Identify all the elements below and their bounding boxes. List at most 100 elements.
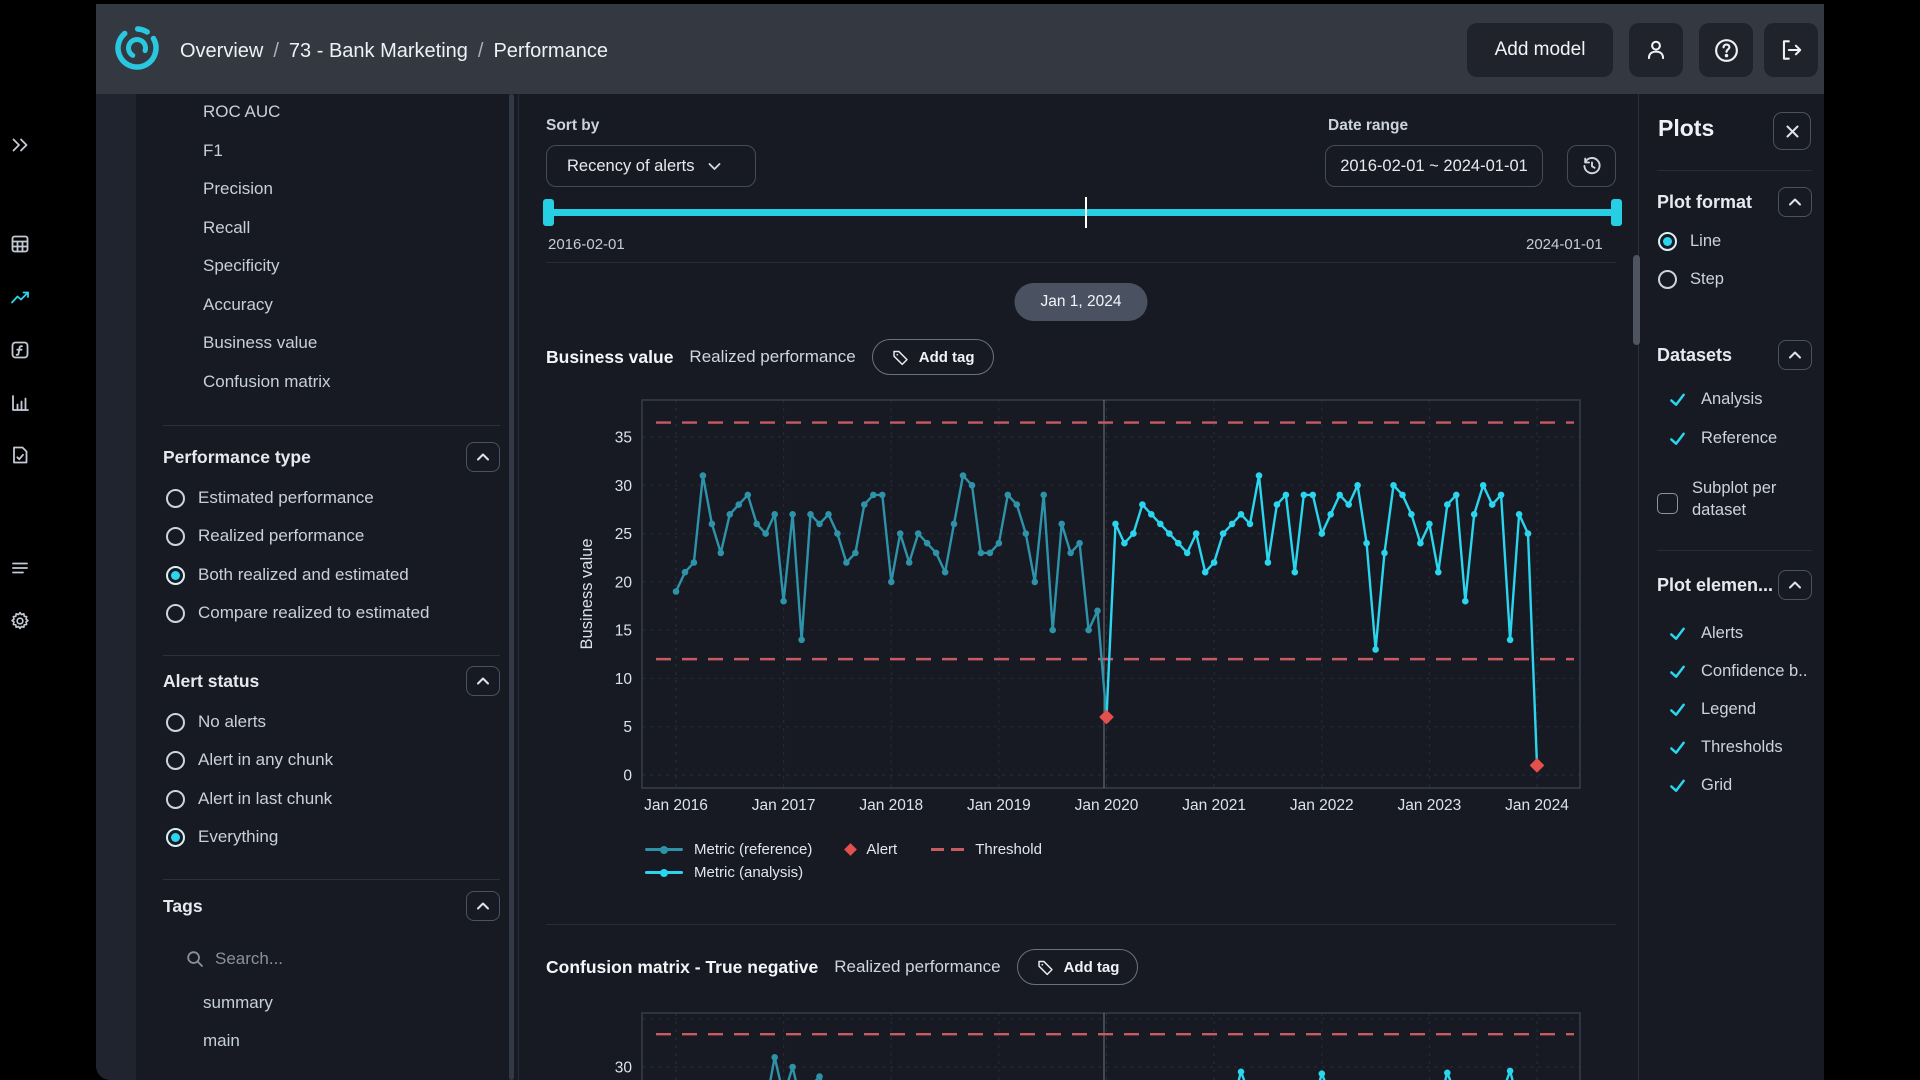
alert-status-collapse-button[interactable] bbox=[466, 666, 500, 696]
sidebar-item-logs[interactable] bbox=[9, 557, 31, 579]
close-icon bbox=[1785, 124, 1800, 139]
svg-text:Jan 2023: Jan 2023 bbox=[1397, 797, 1461, 814]
sidebar-item-functions[interactable] bbox=[9, 339, 31, 361]
radio-alert-in-any-chunk[interactable]: Alert in any chunk bbox=[166, 745, 333, 775]
left-panel-scrollbar[interactable] bbox=[509, 94, 514, 1080]
metric-item-accuracy[interactable]: Accuracy bbox=[203, 295, 273, 319]
check-alerts[interactable]: Alerts bbox=[1668, 619, 1743, 647]
sidebar-item-performance[interactable] bbox=[9, 287, 31, 309]
breadcrumb-model[interactable]: 73 - Bank Marketing bbox=[289, 40, 468, 62]
plot-elements-collapse-button[interactable] bbox=[1778, 570, 1812, 600]
radio-both-realized-and-estimated[interactable]: Both realized and estimated bbox=[166, 560, 409, 590]
radio-compare-realized-to-estimated[interactable]: Compare realized to estimated bbox=[166, 598, 430, 628]
svg-text:Jan 2021: Jan 2021 bbox=[1182, 797, 1246, 814]
radio-line[interactable]: Line bbox=[1658, 226, 1721, 256]
svg-text:15: 15 bbox=[615, 623, 632, 640]
check-icon bbox=[1668, 700, 1687, 719]
slider-current-marker[interactable] bbox=[1085, 197, 1087, 228]
radio-no-alerts[interactable]: No alerts bbox=[166, 707, 266, 737]
radio-circle-selected bbox=[166, 566, 185, 585]
help-button[interactable] bbox=[1699, 23, 1753, 77]
metric-item-recall[interactable]: Recall bbox=[203, 218, 250, 242]
tags-search-input[interactable] bbox=[215, 949, 455, 969]
breadcrumb-overview[interactable]: Overview bbox=[180, 40, 263, 62]
radio-everything[interactable]: Everything bbox=[166, 822, 278, 852]
datasets-title: Datasets bbox=[1657, 345, 1732, 366]
user-account-button[interactable] bbox=[1629, 23, 1683, 77]
date-range-input[interactable]: 2016-02-01 ~ 2024-01-01 bbox=[1325, 145, 1543, 187]
add-tag-label: Add tag bbox=[1064, 959, 1120, 976]
gear-icon bbox=[9, 610, 31, 632]
datasets-collapse-button[interactable] bbox=[1778, 340, 1812, 370]
plot-format-title: Plot format bbox=[1657, 192, 1752, 213]
metric-item-precision[interactable]: Precision bbox=[203, 179, 273, 203]
check-legend[interactable]: Legend bbox=[1668, 695, 1756, 723]
app-logo-icon[interactable] bbox=[112, 23, 162, 73]
svg-text:30: 30 bbox=[615, 478, 633, 495]
metric-item-f1[interactable]: F1 bbox=[203, 141, 223, 165]
chart2-title: Confusion matrix - True negative bbox=[546, 957, 818, 978]
plot-format-collapse-button[interactable] bbox=[1778, 187, 1812, 217]
expand-sidebar-button[interactable] bbox=[9, 134, 31, 156]
radio-circle bbox=[166, 527, 185, 546]
check-grid[interactable]: Grid bbox=[1668, 771, 1732, 799]
check-thresholds[interactable]: Thresholds bbox=[1668, 733, 1783, 761]
sidebar-item-settings[interactable] bbox=[9, 610, 31, 632]
confusion-matrix-chart[interactable]: 30 bbox=[546, 998, 1616, 1080]
svg-text:Jan 2016: Jan 2016 bbox=[644, 797, 708, 814]
radio-circle bbox=[166, 489, 185, 508]
section-divider bbox=[163, 425, 500, 426]
selected-date-chip[interactable]: Jan 1, 2024 bbox=[1014, 283, 1147, 321]
metric-item-business-value[interactable]: Business value bbox=[203, 333, 317, 357]
sidebar-item-reports[interactable] bbox=[9, 444, 31, 466]
svg-text:5: 5 bbox=[623, 719, 632, 736]
radio-estimated-performance[interactable]: Estimated performance bbox=[166, 483, 374, 513]
business-value-chart[interactable]: 05101520253035Jan 2016Jan 2017Jan 2018Ja… bbox=[546, 386, 1616, 826]
search-icon bbox=[185, 949, 205, 969]
close-plots-panel-button[interactable] bbox=[1773, 112, 1811, 150]
check-analysis[interactable]: Analysis bbox=[1668, 385, 1762, 413]
breadcrumb-performance[interactable]: Performance bbox=[493, 40, 608, 62]
logout-button[interactable] bbox=[1764, 23, 1818, 77]
breadcrumb: Overview/73 - Bank Marketing/Performance bbox=[180, 40, 608, 63]
svg-text:35: 35 bbox=[615, 430, 632, 447]
subplot-per-dataset-checkbox[interactable] bbox=[1657, 493, 1678, 514]
reset-date-range-button[interactable] bbox=[1567, 145, 1616, 187]
tag-item-main[interactable]: main bbox=[203, 1031, 240, 1055]
check-confidence-bands[interactable]: Confidence b.. bbox=[1668, 657, 1807, 685]
user-icon bbox=[1643, 37, 1669, 63]
sort-by-dropdown[interactable]: Recency of alerts bbox=[546, 145, 756, 187]
legend-alert: Alert bbox=[846, 841, 897, 858]
panel-divider bbox=[1657, 170, 1812, 171]
alert-diamond-swatch bbox=[844, 843, 857, 856]
legend-metric-analysis: Metric (analysis) bbox=[645, 864, 803, 881]
slider-handle-start[interactable] bbox=[543, 199, 554, 226]
radio-alert-in-last-chunk[interactable]: Alert in last chunk bbox=[166, 784, 332, 814]
logout-icon bbox=[1778, 37, 1804, 63]
svg-text:25: 25 bbox=[615, 526, 632, 543]
tags-collapse-button[interactable] bbox=[466, 891, 500, 921]
screen: Overview/73 - Bank Marketing/Performance… bbox=[0, 0, 1920, 1080]
radio-circle bbox=[166, 713, 185, 732]
add-model-button[interactable]: Add model bbox=[1467, 23, 1613, 77]
chart1-add-tag-button[interactable]: Add tag bbox=[872, 339, 994, 375]
metric-item-specificity[interactable]: Specificity bbox=[203, 256, 280, 280]
section-divider bbox=[163, 879, 500, 880]
check-icon bbox=[1668, 624, 1687, 643]
chart2-add-tag-button[interactable]: Add tag bbox=[1017, 949, 1139, 985]
threshold-dash-swatch bbox=[931, 848, 964, 851]
main-scrollbar-thumb[interactable] bbox=[1633, 255, 1640, 345]
sidebar-item-charts[interactable] bbox=[9, 392, 31, 414]
trend-up-icon bbox=[9, 287, 31, 309]
tag-item-summary[interactable]: summary bbox=[203, 993, 273, 1017]
panel-divider bbox=[1657, 550, 1812, 551]
radio-realized-performance[interactable]: Realized performance bbox=[166, 521, 364, 551]
date-range-slider[interactable] bbox=[550, 209, 1616, 216]
slider-handle-end[interactable] bbox=[1611, 199, 1622, 226]
sidebar-item-data[interactable] bbox=[9, 233, 31, 255]
radio-step[interactable]: Step bbox=[1658, 264, 1724, 294]
metric-item-confusion-matrix[interactable]: Confusion matrix bbox=[203, 372, 331, 396]
performance-type-collapse-button[interactable] bbox=[466, 442, 500, 472]
metric-item-roc-auc[interactable]: ROC AUC bbox=[203, 102, 280, 126]
check-reference[interactable]: Reference bbox=[1668, 424, 1777, 452]
